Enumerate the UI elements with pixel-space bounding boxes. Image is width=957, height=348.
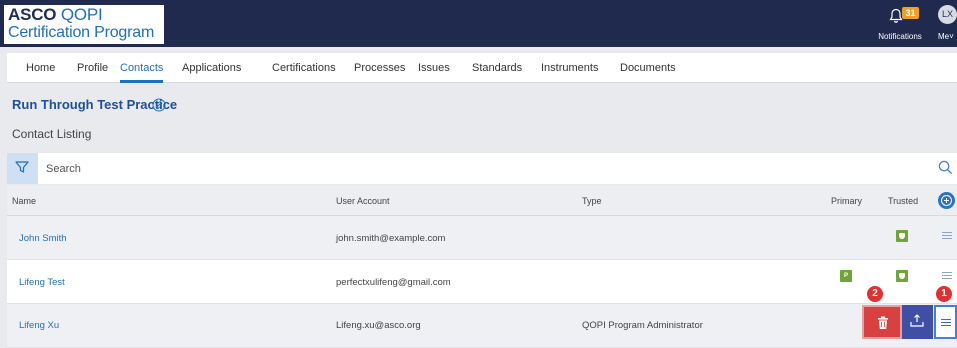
contact-type-cell: QOPI Program Administrator — [582, 320, 703, 331]
logo-text-asco: ASCO — [8, 5, 57, 24]
notifications-button[interactable]: 31 Notifications — [872, 5, 928, 43]
link-icon[interactable] — [152, 98, 166, 112]
column-header-primary[interactable]: Primary — [831, 196, 862, 206]
contact-name-link[interactable]: Lifeng Xu — [19, 320, 59, 331]
column-header-trusted[interactable]: Trusted — [888, 196, 918, 206]
table-row[interactable] — [7, 216, 957, 260]
tab-profile[interactable]: Profile — [77, 53, 108, 83]
contact-name-link[interactable]: Lifeng Test — [19, 277, 65, 288]
tab-applications[interactable]: Applications — [182, 53, 241, 83]
table-row[interactable] — [7, 304, 957, 348]
main-nav-tabs: Home Profile Contacts Applications Certi… — [7, 53, 957, 83]
row-menu-button-active[interactable] — [934, 305, 957, 339]
tray-upload-icon — [910, 314, 924, 327]
section-title: Contact Listing — [12, 127, 92, 141]
tab-certifications[interactable]: Certifications — [272, 53, 336, 83]
avatar: LX — [938, 5, 957, 24]
column-header-name[interactable]: Name — [12, 196, 36, 206]
notifications-label: Notifications — [878, 32, 922, 41]
logo-text-qopi: QOPI — [60, 5, 103, 24]
row-menu-icon[interactable] — [942, 272, 952, 280]
trusted-badge-icon — [896, 230, 908, 242]
tab-documents[interactable]: Documents — [620, 53, 676, 83]
step-marker-2: 2 — [867, 286, 883, 302]
logo-text-program: Certification Program — [8, 24, 155, 41]
contact-name-link[interactable]: John Smith — [19, 233, 67, 244]
user-account-cell: john.smith@example.com — [336, 233, 446, 244]
search-input[interactable] — [46, 159, 906, 179]
column-header-user-account[interactable]: User Account — [336, 196, 390, 206]
table-header — [7, 186, 957, 216]
tab-instruments[interactable]: Instruments — [541, 53, 598, 83]
trusted-badge-icon — [896, 270, 908, 282]
plus-icon — [941, 195, 952, 206]
search-icon[interactable] — [938, 160, 953, 175]
primary-badge: P — [840, 270, 852, 282]
trash-icon — [878, 316, 888, 329]
chevron-down-icon: ˅ — [949, 32, 954, 41]
tab-standards[interactable]: Standards — [472, 53, 522, 83]
tab-contacts[interactable]: Contacts — [120, 53, 164, 83]
delete-contact-button[interactable] — [862, 305, 902, 339]
menu-icon — [941, 319, 951, 327]
user-menu[interactable]: LX Me˅ — [938, 5, 957, 43]
user-account-cell: Lifeng.xu@asco.org — [336, 320, 421, 331]
user-account-cell: perfectxulifeng@gmail.com — [336, 277, 451, 288]
asco-qopi-logo[interactable]: ASCO QOPI Certification Program — [3, 4, 165, 45]
column-header-type[interactable]: Type — [582, 196, 602, 206]
table-row[interactable] — [7, 260, 957, 304]
add-contact-button[interactable] — [938, 192, 955, 209]
tab-home[interactable]: Home — [26, 53, 55, 83]
row-menu-icon[interactable] — [942, 232, 952, 240]
step-marker-1: 1 — [936, 286, 952, 302]
tab-processes[interactable]: Processes — [354, 53, 405, 83]
user-menu-label: Me˅ — [938, 32, 954, 41]
tab-issues[interactable]: Issues — [418, 53, 450, 83]
notification-count-badge: 31 — [902, 7, 919, 19]
filter-icon — [15, 161, 29, 173]
export-button[interactable] — [902, 305, 933, 339]
me-label: Me — [938, 32, 950, 41]
